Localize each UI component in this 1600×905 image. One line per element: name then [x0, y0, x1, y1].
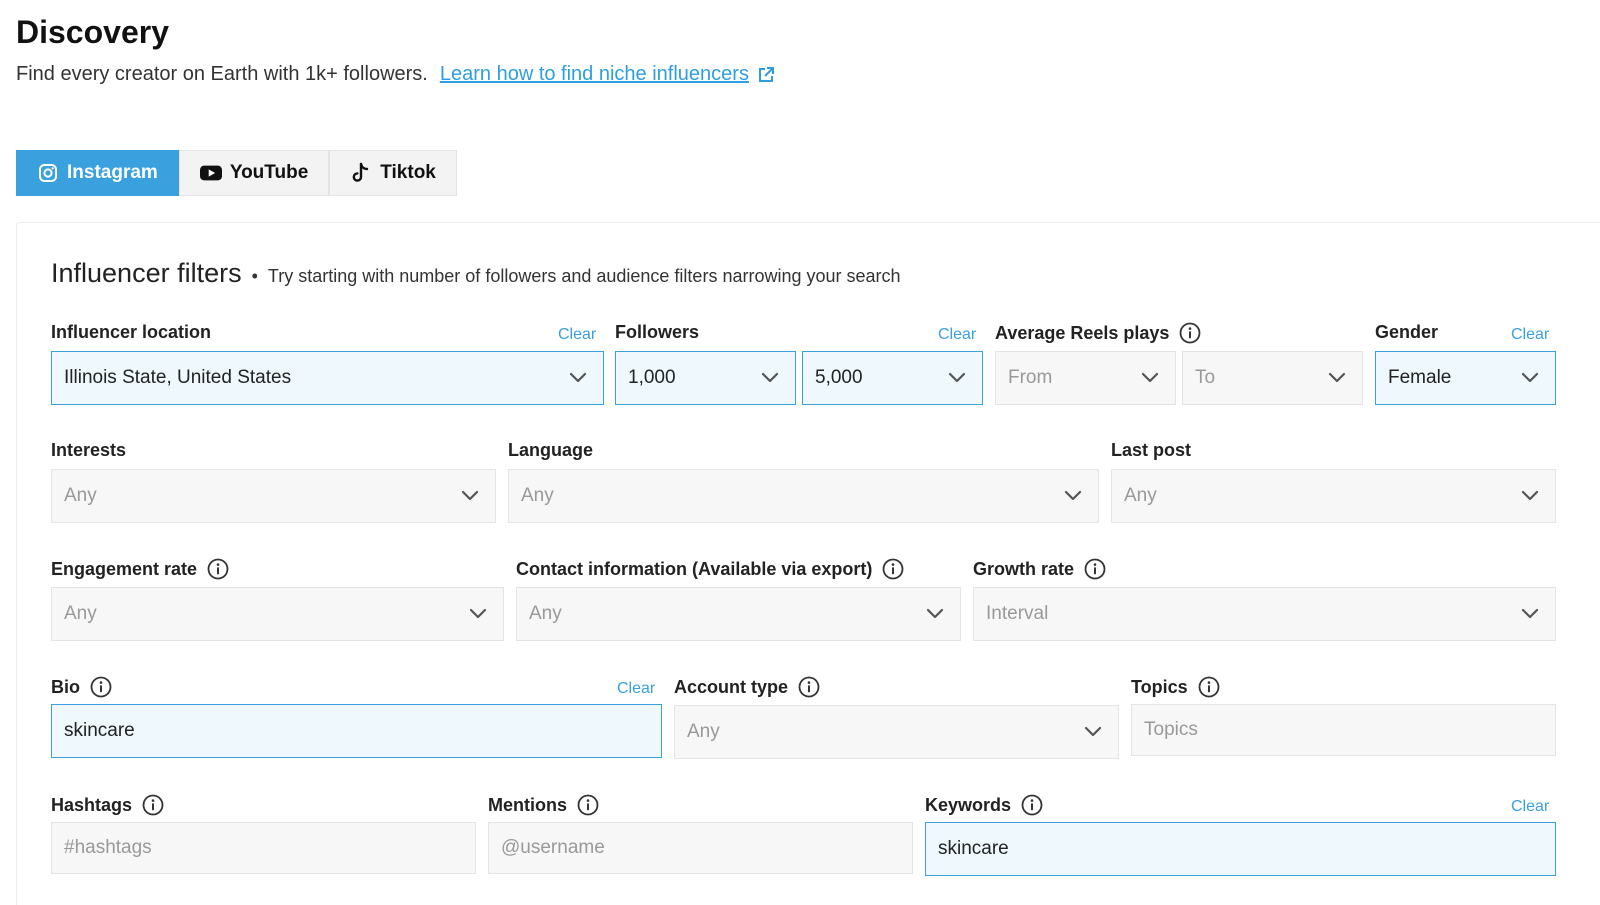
language-label: Language [508, 440, 594, 460]
engagement-rate-label: Engagement rate [51, 558, 229, 580]
page-subtitle: Find every creator on Earth with 1k+ fol… [16, 63, 775, 86]
avg-reels-plays-label: Average Reels plays [995, 322, 1201, 344]
clear-followers-button[interactable]: Clear [938, 326, 976, 344]
info-icon[interactable] [142, 794, 164, 816]
chevron-down-icon [926, 608, 944, 620]
chevron-down-icon [1521, 608, 1539, 620]
tab-tiktok[interactable]: Tiktok [329, 150, 457, 196]
info-icon[interactable] [882, 558, 904, 580]
reels-plays-to-value: To [1195, 367, 1216, 388]
info-icon[interactable] [1179, 322, 1201, 344]
page-title: Discovery [16, 14, 169, 50]
filters-hint: Try starting with number of followers an… [267, 266, 901, 286]
external-link-icon[interactable] [757, 66, 775, 84]
followers-to-select[interactable]: 5,000 [802, 351, 983, 405]
reels-plays-from-value: From [1008, 367, 1053, 388]
growth-rate-label: Growth rate [973, 558, 1106, 580]
followers-from-value: 1,000 [628, 367, 676, 388]
chevron-down-icon [1141, 372, 1159, 384]
gender-value: Female [1388, 367, 1452, 388]
topics-input[interactable] [1131, 704, 1556, 756]
filters-header: Influencer filters • Try starting with n… [51, 258, 901, 289]
language-select[interactable]: Any [508, 469, 1099, 523]
chevron-down-icon [1521, 372, 1539, 384]
influencer-location-value: Illinois State, United States [64, 367, 292, 388]
gender-select[interactable]: Female [1375, 351, 1556, 405]
clear-bio-button[interactable]: Clear [617, 680, 655, 698]
bio-input[interactable] [51, 704, 662, 758]
tab-instagram-label: Instagram [67, 162, 158, 183]
filters-title: Influencer filters [51, 258, 242, 288]
last-post-label: Last post [1111, 440, 1192, 460]
gender-label: Gender [1375, 322, 1439, 342]
info-icon[interactable] [207, 558, 229, 580]
info-icon[interactable] [1198, 676, 1220, 698]
info-icon[interactable] [1084, 558, 1106, 580]
keywords-label: Keywords [925, 794, 1043, 816]
chevron-down-icon [948, 372, 966, 384]
chevron-down-icon [469, 608, 487, 620]
info-icon[interactable] [90, 676, 112, 698]
chevron-down-icon [569, 372, 587, 384]
followers-label: Followers [615, 322, 700, 342]
tab-youtube-label: YouTube [229, 162, 309, 183]
platform-tabs: Instagram YouTube Tiktok [16, 150, 457, 196]
bio-label: Bio [51, 676, 112, 698]
tab-youtube[interactable]: YouTube [178, 150, 330, 196]
hashtags-label: Hashtags [51, 794, 164, 816]
tiktok-icon [350, 162, 372, 184]
language-value: Any [521, 485, 554, 506]
mentions-label: Mentions [488, 794, 599, 816]
last-post-value: Any [1124, 485, 1157, 506]
followers-from-select[interactable]: 1,000 [615, 351, 796, 405]
interests-select[interactable]: Any [51, 469, 496, 523]
keywords-input[interactable] [925, 822, 1556, 876]
contact-info-value: Any [529, 603, 562, 624]
clear-location-button[interactable]: Clear [558, 326, 596, 344]
chevron-down-icon [1521, 490, 1539, 502]
clear-gender-button[interactable]: Clear [1511, 326, 1549, 344]
reels-plays-to-select[interactable]: To [1182, 351, 1363, 405]
account-type-label: Account type [674, 676, 820, 698]
engagement-rate-value: Any [64, 603, 97, 624]
subtitle-text: Find every creator on Earth with 1k+ fol… [16, 63, 428, 85]
separator-dot: • [251, 266, 258, 286]
contact-info-label: Contact information (Available via expor… [516, 558, 904, 580]
clear-keywords-button[interactable]: Clear [1511, 798, 1549, 816]
contact-info-select[interactable]: Any [516, 587, 961, 641]
info-icon[interactable] [1021, 794, 1043, 816]
chevron-down-icon [1328, 372, 1346, 384]
last-post-select[interactable]: Any [1111, 469, 1556, 523]
account-type-select[interactable]: Any [674, 705, 1119, 759]
growth-rate-select[interactable]: Interval [973, 587, 1556, 641]
tab-tiktok-label: Tiktok [380, 162, 436, 183]
tab-instagram[interactable]: Instagram [16, 150, 179, 196]
topics-label: Topics [1131, 676, 1220, 698]
reels-plays-from-select[interactable]: From [995, 351, 1176, 405]
chevron-down-icon [1064, 490, 1082, 502]
chevron-down-icon [761, 372, 779, 384]
followers-to-value: 5,000 [815, 367, 863, 388]
influencer-location-select[interactable]: Illinois State, United States [51, 351, 604, 405]
youtube-icon [199, 162, 222, 184]
interests-value: Any [64, 485, 97, 506]
chevron-down-icon [461, 490, 479, 502]
hashtags-input[interactable] [51, 822, 476, 874]
mentions-input[interactable] [488, 822, 913, 874]
info-icon[interactable] [577, 794, 599, 816]
account-type-value: Any [687, 721, 720, 742]
influencer-location-label: Influencer location [51, 322, 212, 342]
engagement-rate-select[interactable]: Any [51, 587, 504, 641]
instagram-icon [37, 162, 59, 184]
growth-rate-value: Interval [986, 603, 1049, 624]
learn-niche-influencers-link[interactable]: Learn how to find niche influencers [440, 63, 749, 86]
chevron-down-icon [1084, 726, 1102, 738]
interests-label: Interests [51, 440, 127, 460]
info-icon[interactable] [798, 676, 820, 698]
